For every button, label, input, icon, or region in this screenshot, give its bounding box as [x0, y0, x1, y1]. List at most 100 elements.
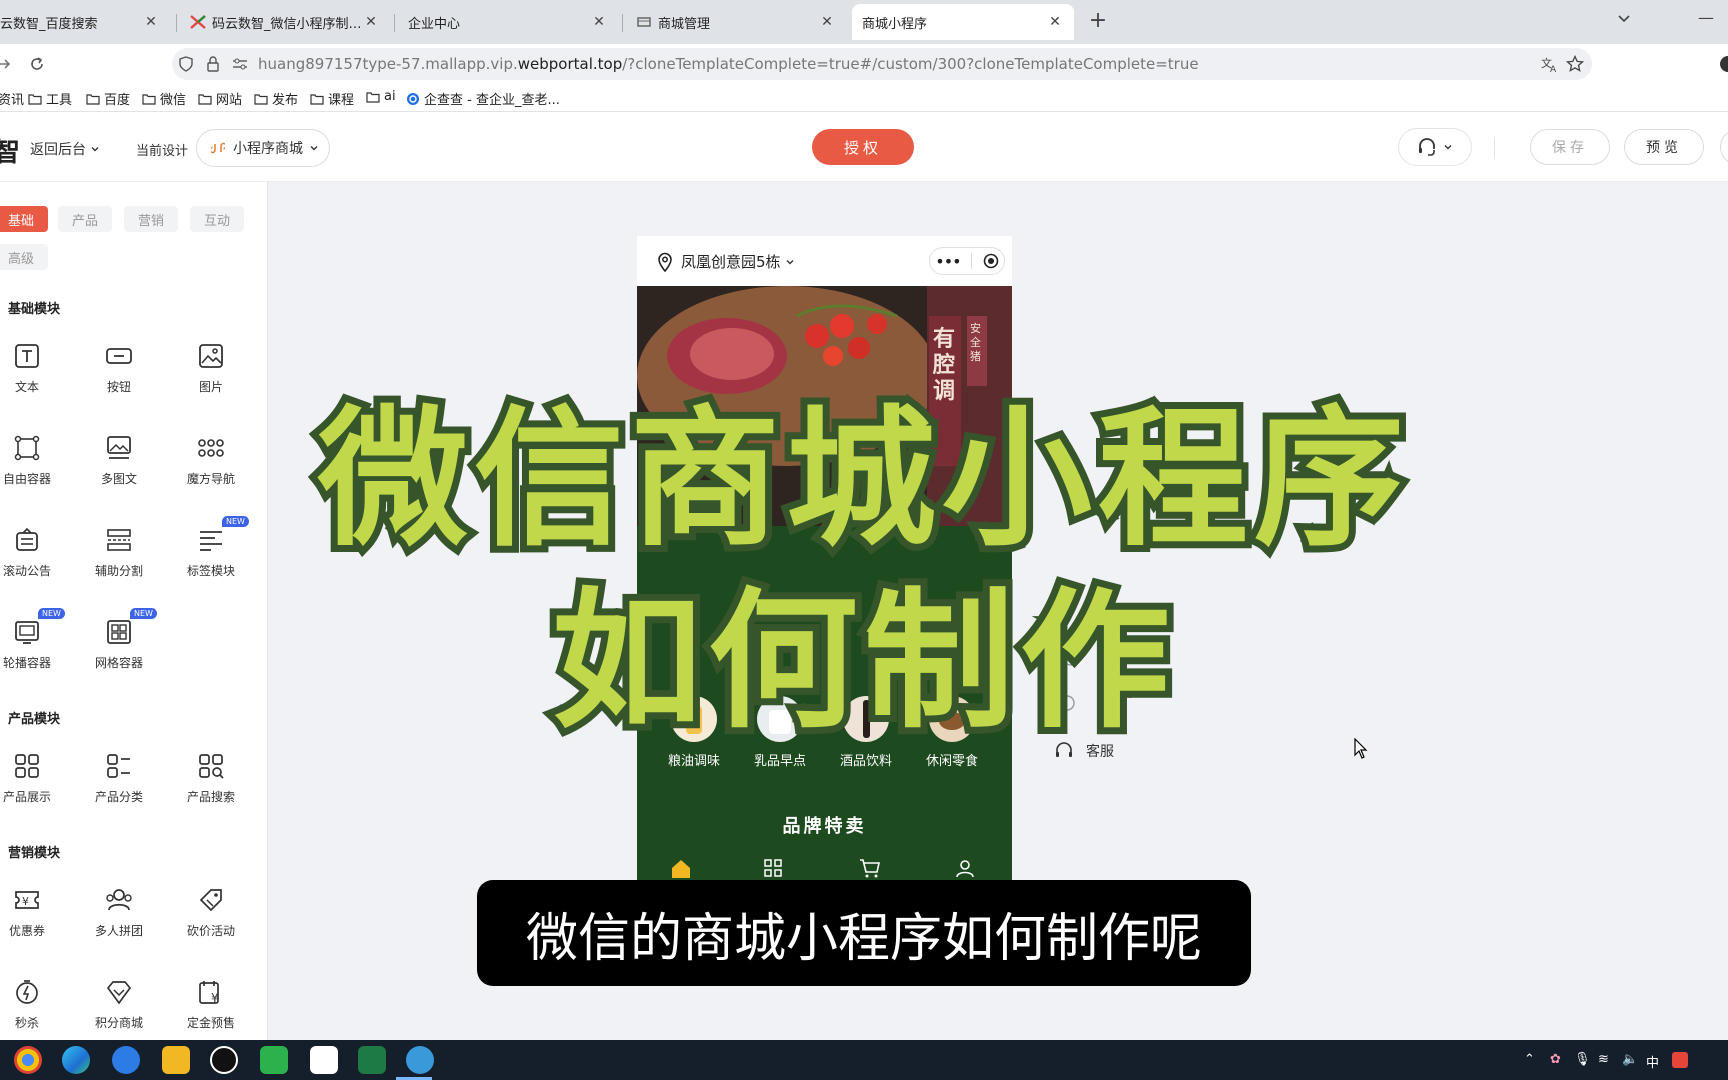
flower-app-icon[interactable]	[406, 1046, 434, 1074]
tab-title: 商城小程序	[862, 16, 928, 32]
excel-icon[interactable]	[358, 1046, 386, 1074]
flash-sale-icon	[16, 980, 38, 1004]
home-icon	[672, 860, 690, 878]
windows-taskbar: ⌃ ✿ 🎙 ≋ 🔈 中	[0, 1040, 1728, 1080]
chrome-icon[interactable]	[14, 1046, 42, 1074]
svg-text:A: A	[1550, 65, 1557, 73]
tab-title: 云数智_百度搜索	[0, 16, 98, 32]
close-icon[interactable]: ✕	[818, 14, 836, 30]
folder-icon	[86, 93, 100, 105]
svg-text:¥: ¥	[211, 991, 219, 1005]
forward-icon[interactable]	[0, 56, 12, 72]
category-icon	[764, 859, 782, 877]
reload-icon[interactable]	[28, 55, 46, 73]
profile-icon	[956, 860, 974, 878]
phone-top-bar: 凤凰创意园5栋 •••	[637, 236, 1012, 286]
folder-icon	[142, 93, 156, 105]
component-product-category[interactable]: 产品分类	[74, 752, 164, 824]
component-product-search[interactable]: 产品搜索	[166, 752, 256, 824]
tab-title: 商城管理	[658, 16, 711, 32]
coupon-icon: ¥	[15, 891, 39, 909]
volume-icon[interactable]: 🔈	[1622, 1052, 1638, 1067]
tab-list-chevron-icon[interactable]	[1616, 10, 1632, 26]
category-tab-advanced[interactable]: 高级	[0, 244, 48, 270]
component-group-buy[interactable]: 多人拼团	[74, 886, 164, 958]
brand-sale-title: 品牌特卖	[782, 816, 867, 837]
design-select[interactable]: 小程序商城	[196, 129, 330, 167]
bookmark-folder[interactable]: 百度	[86, 89, 130, 108]
qq-icon[interactable]	[210, 1046, 238, 1074]
close-icon[interactable]: ✕	[590, 14, 608, 30]
bookmark-folder[interactable]: 工具	[28, 89, 72, 108]
component-points-mall[interactable]: 积分商城	[74, 978, 164, 1040]
current-design-label: 当前设计	[136, 144, 189, 159]
close-icon[interactable]: ✕	[362, 14, 380, 30]
bookmark-folder[interactable]: 发布	[254, 89, 298, 108]
category-tab-product[interactable]: 产品	[58, 206, 112, 232]
mayun-logo-icon	[190, 15, 206, 29]
svg-text:¥: ¥	[22, 895, 29, 908]
tray-chevron-icon[interactable]: ⌃	[1524, 1052, 1535, 1067]
browser-tab[interactable]: 企业中心 ✕	[398, 4, 618, 40]
ime-indicator[interactable]: 中	[1646, 1052, 1659, 1071]
sogou-ime-icon[interactable]	[1672, 1052, 1688, 1068]
component-coupon[interactable]: ¥ 优惠券	[0, 886, 72, 958]
close-icon[interactable]: ✕	[1046, 14, 1064, 30]
file-explorer-icon[interactable]	[162, 1046, 190, 1074]
section-title: 基础模块	[8, 302, 61, 317]
browser-tab[interactable]: 云数智_百度搜索 ✕	[0, 4, 170, 40]
back-to-admin-button[interactable]: 返回后台	[30, 139, 100, 159]
miniprogram-capsule[interactable]: •••	[929, 247, 1005, 275]
browser-tab[interactable]: 商城管理 ✕	[626, 4, 846, 40]
wechat-icon[interactable]	[260, 1046, 288, 1074]
miniprogram-icon	[211, 142, 225, 154]
component-bargain[interactable]: 砍价活动	[166, 886, 256, 958]
section-title: 营销模块	[8, 846, 61, 861]
new-tab-button[interactable]: +	[1084, 8, 1112, 36]
component-presale[interactable]: ¥ 定金预售	[166, 978, 256, 1040]
location-selector[interactable]: 凤凰创意园5栋	[657, 251, 795, 272]
chevron-down-icon	[1444, 145, 1452, 150]
bookmark-folder[interactable]: ai	[366, 89, 396, 104]
component-flash-sale[interactable]: 秒杀	[0, 978, 72, 1040]
folder-icon	[366, 91, 380, 103]
close-icon[interactable]: ✕	[142, 14, 160, 30]
tray-flower-icon[interactable]: ✿	[1550, 1052, 1561, 1067]
star-icon[interactable]	[1566, 55, 1584, 73]
edge-icon[interactable]	[62, 1046, 90, 1074]
minimize-icon[interactable]: —	[1698, 8, 1714, 27]
clock[interactable]	[1706, 1046, 1728, 1074]
bookmark-item[interactable]: 企查查 - 查企业_查老...	[406, 89, 560, 108]
profile-icon[interactable]	[1720, 56, 1728, 72]
sogou-icon[interactable]	[112, 1046, 140, 1074]
microphone-icon[interactable]: 🎙	[1574, 1052, 1591, 1067]
address-bar[interactable]: huang897157type-57.mallapp.vip.webportal…	[172, 48, 1592, 80]
bookmark-item[interactable]: 资讯	[0, 89, 24, 108]
site-settings-icon[interactable]	[232, 57, 248, 71]
category-tab-marketing[interactable]: 营销	[124, 206, 178, 232]
headset-icon	[1419, 138, 1435, 156]
more-dots-icon[interactable]: •••	[935, 252, 961, 271]
app-icon[interactable]	[310, 1046, 338, 1074]
component-product-display[interactable]: 产品展示	[0, 752, 72, 824]
category-tab-interaction[interactable]: 互动	[190, 206, 244, 232]
support-button[interactable]	[1398, 128, 1472, 166]
cart-icon	[860, 859, 880, 878]
bookmarks-bar: 资讯 工具 百度 微信 网站 发布 课程 ai 企查查 - 查企业_查老...	[0, 84, 1728, 112]
folder-icon	[28, 93, 42, 105]
category-tab-basic[interactable]: 基础	[0, 206, 48, 232]
browser-tab-active[interactable]: 商城小程序 ✕	[852, 4, 1074, 40]
bookmark-folder[interactable]: 微信	[142, 89, 186, 108]
authorize-button[interactable]: 授权	[812, 129, 914, 165]
browser-toolbar: huang897157type-57.mallapp.vip.webportal…	[0, 44, 1728, 84]
save-button[interactable]: 保存	[1530, 129, 1610, 165]
bookmark-folder[interactable]: 网站	[198, 89, 242, 108]
browser-tab[interactable]: 码云数智_微信小程序制作平台_ ✕	[180, 4, 390, 40]
preview-button[interactable]: 预览	[1624, 129, 1704, 165]
publish-button[interactable]	[1720, 129, 1728, 165]
bookmark-folder[interactable]: 课程	[310, 89, 354, 108]
wifi-icon[interactable]: ≋	[1598, 1052, 1609, 1067]
chevron-down-icon	[310, 146, 318, 151]
banner-text: 有	[933, 326, 955, 352]
translate-icon[interactable]: 文A	[1540, 55, 1558, 73]
